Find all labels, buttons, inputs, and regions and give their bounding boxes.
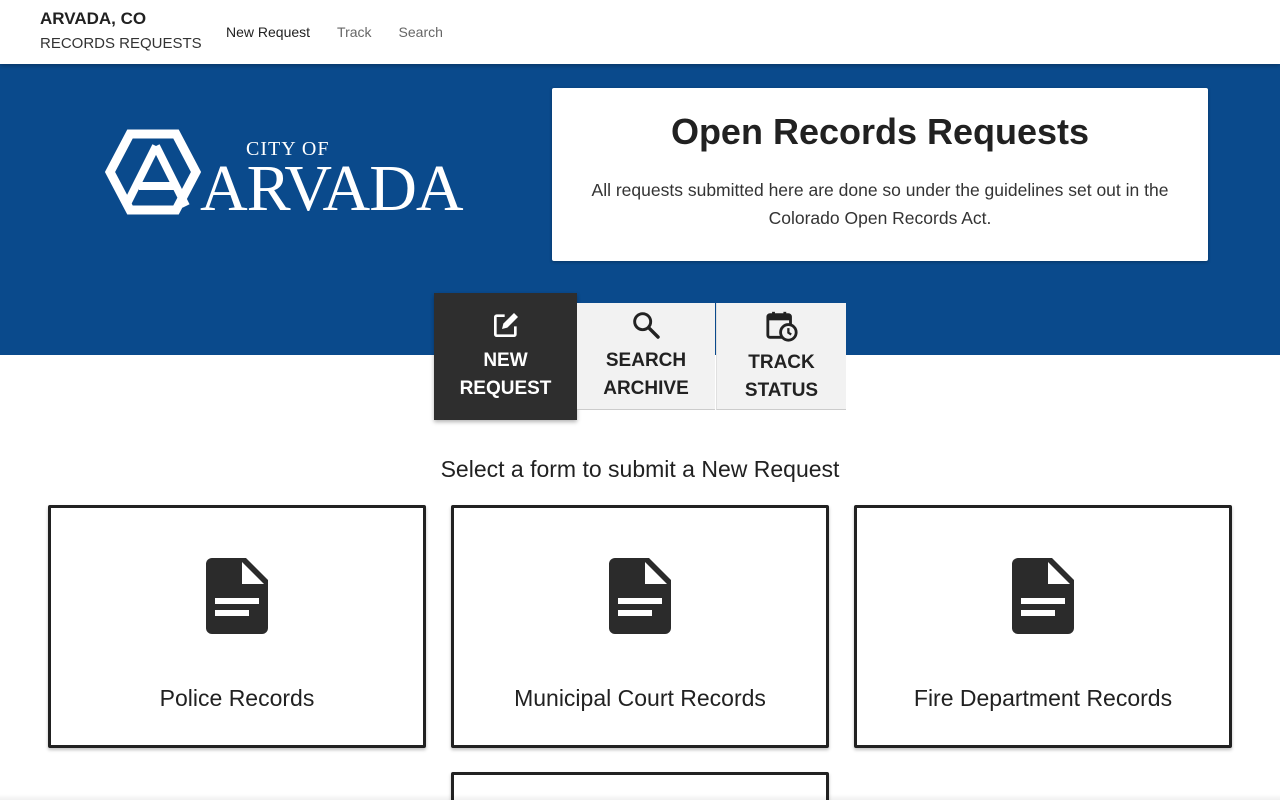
search-archive-button[interactable]: SEARCH ARCHIVE xyxy=(577,303,715,410)
nav-search[interactable]: Search xyxy=(399,24,443,40)
form-card-police[interactable]: Police Records xyxy=(48,505,426,748)
page-description: All requests submitted here are done so … xyxy=(591,180,1169,228)
bottom-shade xyxy=(0,794,1280,800)
logo-big-text: ARVADA xyxy=(200,152,464,216)
arvada-logo-icon: CITY OF ARVADA xyxy=(104,129,465,216)
form-card-label: Municipal Court Records xyxy=(514,685,766,711)
brand[interactable]: ARVADA, CO RECORDS REQUESTS xyxy=(40,9,202,53)
top-navbar: ARVADA, CO RECORDS REQUESTS New Request … xyxy=(0,0,1280,64)
document-icon xyxy=(1012,558,1074,634)
nav-track[interactable]: Track xyxy=(337,24,371,40)
document-icon xyxy=(206,558,268,634)
brand-name: ARVADA, CO xyxy=(40,9,147,28)
new-request-label-2: REQUEST xyxy=(459,378,552,399)
calendar-clock-icon xyxy=(765,311,798,342)
edit-icon xyxy=(493,313,518,337)
main-nav: New Request Track Search xyxy=(226,24,470,40)
new-request-button[interactable]: NEW REQUEST xyxy=(434,293,577,420)
brand-subtitle: RECORDS REQUESTS xyxy=(40,35,202,52)
search-archive-label-1: SEARCH xyxy=(605,350,687,371)
track-status-label-2: STATUS xyxy=(744,380,819,401)
document-icon xyxy=(609,558,671,634)
section-title: Select a form to submit a New Request xyxy=(440,456,840,482)
form-card-municipal-court[interactable]: Municipal Court Records xyxy=(451,505,829,748)
form-card-fire-department[interactable]: Fire Department Records xyxy=(854,505,1232,748)
form-card-label: Police Records xyxy=(159,685,315,711)
track-status-label-1: TRACK xyxy=(748,352,815,373)
new-request-label-1: NEW xyxy=(483,350,528,371)
form-card-label: Fire Department Records xyxy=(913,685,1173,711)
page-title: Open Records Requests xyxy=(670,111,1090,152)
track-status-button[interactable]: TRACK STATUS xyxy=(716,303,846,410)
hero-card: Open Records Requests All requests submi… xyxy=(552,88,1208,261)
search-archive-label-2: ARCHIVE xyxy=(603,378,689,399)
nav-new-request[interactable]: New Request xyxy=(226,24,310,40)
search-icon xyxy=(633,312,660,339)
